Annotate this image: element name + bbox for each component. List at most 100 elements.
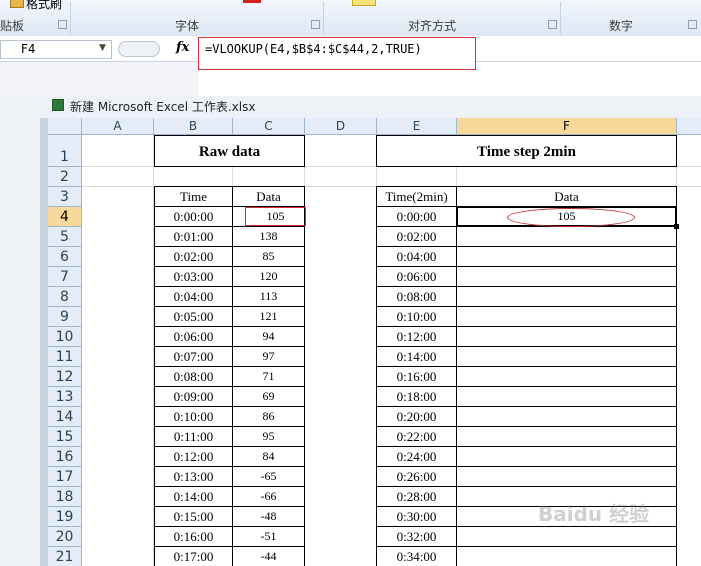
raw-time-cell[interactable]: 0:02:00 xyxy=(155,247,232,266)
fx-icon[interactable]: fx xyxy=(176,40,189,55)
raw-value-cell[interactable]: -44 xyxy=(233,547,304,566)
raw-time-cell[interactable]: 0:04:00 xyxy=(155,287,232,306)
raw-time-cell[interactable]: 0:09:00 xyxy=(155,387,232,406)
raw-value-cell[interactable]: 71 xyxy=(233,367,304,386)
raw-value-cell[interactable]: 121 xyxy=(233,307,304,326)
step-data-header[interactable]: Data xyxy=(457,187,676,206)
column-header-a[interactable]: A xyxy=(82,118,154,135)
step-time-cell[interactable]: 0:02:00 xyxy=(377,227,456,246)
raw-time-cell[interactable]: 0:06:00 xyxy=(155,327,232,346)
row-header[interactable]: 13 xyxy=(48,387,82,407)
step-value-cell[interactable]: 105 xyxy=(457,207,676,226)
raw-value-cell[interactable]: 85 xyxy=(233,247,304,266)
raw-time-cell[interactable]: 0:08:00 xyxy=(155,367,232,386)
raw-value-cell[interactable]: 95 xyxy=(233,427,304,446)
raw-value-cell[interactable]: 113 xyxy=(233,287,304,306)
font-color-icon[interactable] xyxy=(243,0,261,3)
row-header[interactable]: 12 xyxy=(48,367,82,387)
raw-time-cell[interactable]: 0:15:00 xyxy=(155,507,232,526)
row-header[interactable]: 5 xyxy=(48,227,82,247)
row-header[interactable]: 9 xyxy=(48,307,82,327)
raw-data-title[interactable]: Raw data xyxy=(154,135,305,167)
row-header[interactable]: 16 xyxy=(48,447,82,467)
raw-value-cell[interactable]: -51 xyxy=(233,527,304,546)
raw-value-cell[interactable]: 97 xyxy=(233,347,304,366)
raw-value-cell[interactable]: 120 xyxy=(233,267,304,286)
step-time-cell[interactable]: 0:04:00 xyxy=(377,247,456,266)
raw-value-cell[interactable]: -66 xyxy=(233,487,304,506)
alignment-launcher-icon[interactable] xyxy=(548,20,557,29)
row-header[interactable]: 10 xyxy=(48,327,82,347)
row-header[interactable]: 6 xyxy=(48,247,82,267)
step-time-cell[interactable]: 0:10:00 xyxy=(377,307,456,326)
row-header[interactable]: 17 xyxy=(48,467,82,487)
raw-time-cell[interactable]: 0:17:00 xyxy=(155,547,232,566)
row-header[interactable]: 20 xyxy=(48,527,82,547)
raw-time-cell[interactable]: 0:00:00 xyxy=(155,207,232,226)
format-painter-button[interactable]: 格式刷 xyxy=(26,0,62,12)
step-time-cell[interactable]: 0:00:00 xyxy=(377,207,456,226)
step-time-cell[interactable]: 0:20:00 xyxy=(377,407,456,426)
raw-time-cell[interactable]: 0:16:00 xyxy=(155,527,232,546)
step-time-cell[interactable]: 0:18:00 xyxy=(377,387,456,406)
formula-input[interactable]: =VLOOKUP(E4,$B$4:$C$44,2,TRUE) xyxy=(198,37,476,70)
step-time-cell[interactable]: 0:32:00 xyxy=(377,527,456,546)
row-header[interactable]: 2 xyxy=(48,167,82,187)
raw-value-cell[interactable]: -65 xyxy=(233,467,304,486)
step-time-cell[interactable]: 0:06:00 xyxy=(377,267,456,286)
number-launcher-icon[interactable] xyxy=(688,20,697,29)
row-header[interactable]: 11 xyxy=(48,347,82,367)
column-header-b[interactable]: B xyxy=(154,118,233,135)
time-step-title[interactable]: Time step 2min xyxy=(376,135,677,167)
raw-time-header[interactable]: Time xyxy=(155,187,232,206)
step-time-cell[interactable]: 0:24:00 xyxy=(377,447,456,466)
row-header[interactable]: 18 xyxy=(48,487,82,507)
row-header[interactable]: 19 xyxy=(48,507,82,527)
column-header-e[interactable]: E xyxy=(377,118,457,135)
step-time-cell[interactable]: 0:12:00 xyxy=(377,327,456,346)
raw-time-cell[interactable]: 0:14:00 xyxy=(155,487,232,506)
row-header[interactable]: 4 xyxy=(48,207,82,227)
worksheet[interactable]: A B C D E F 1 2 3 4 5 6 7 8 9 10 11 12 1… xyxy=(48,118,701,566)
step-time-cell[interactable]: 0:22:00 xyxy=(377,427,456,446)
row-header[interactable]: 14 xyxy=(48,407,82,427)
column-header-d[interactable]: D xyxy=(305,118,377,135)
select-all-corner[interactable] xyxy=(48,118,82,135)
raw-value-cell[interactable]: 86 xyxy=(233,407,304,426)
formula-bar-resize-handle[interactable] xyxy=(118,41,160,57)
raw-time-cell[interactable]: 0:07:00 xyxy=(155,347,232,366)
row-header[interactable]: 1 xyxy=(48,135,82,167)
chevron-down-icon[interactable]: ▼ xyxy=(99,43,106,53)
raw-time-cell[interactable]: 0:05:00 xyxy=(155,307,232,326)
raw-time-cell[interactable]: 0:12:00 xyxy=(155,447,232,466)
step-time-cell[interactable]: 0:28:00 xyxy=(377,487,456,506)
row-header[interactable]: 7 xyxy=(48,267,82,287)
step-time-cell[interactable]: 0:30:00 xyxy=(377,507,456,526)
raw-value-cell[interactable]: 94 xyxy=(233,327,304,346)
step-time-cell[interactable]: 0:26:00 xyxy=(377,467,456,486)
clipboard-launcher-icon[interactable] xyxy=(58,20,67,29)
raw-time-cell[interactable]: 0:01:00 xyxy=(155,227,232,246)
raw-value-cell[interactable]: -48 xyxy=(233,507,304,526)
step-time-header[interactable]: Time(2min) xyxy=(377,187,456,206)
column-header-f[interactable]: F xyxy=(457,118,677,135)
step-time-cell[interactable]: 0:16:00 xyxy=(377,367,456,386)
step-time-cell[interactable]: 0:34:00 xyxy=(377,547,456,566)
column-header-c[interactable]: C xyxy=(233,118,305,135)
raw-time-cell[interactable]: 0:10:00 xyxy=(155,407,232,426)
raw-time-cell[interactable]: 0:03:00 xyxy=(155,267,232,286)
raw-data-header[interactable]: Data xyxy=(233,187,304,206)
column-header-g[interactable] xyxy=(677,118,701,135)
font-launcher-icon[interactable] xyxy=(311,20,320,29)
step-time-cell[interactable]: 0:08:00 xyxy=(377,287,456,306)
raw-time-cell[interactable]: 0:13:00 xyxy=(155,467,232,486)
raw-time-cell[interactable]: 0:11:00 xyxy=(155,427,232,446)
raw-value-cell[interactable]: 69 xyxy=(233,387,304,406)
step-time-cell[interactable]: 0:14:00 xyxy=(377,347,456,366)
row-header[interactable]: 21 xyxy=(48,547,82,566)
raw-value-cell[interactable]: 138 xyxy=(233,227,304,246)
row-header[interactable]: 15 xyxy=(48,427,82,447)
row-header[interactable]: 3 xyxy=(48,187,82,207)
raw-value-cell[interactable]: 84 xyxy=(233,447,304,466)
highlight-icon[interactable] xyxy=(352,0,376,6)
